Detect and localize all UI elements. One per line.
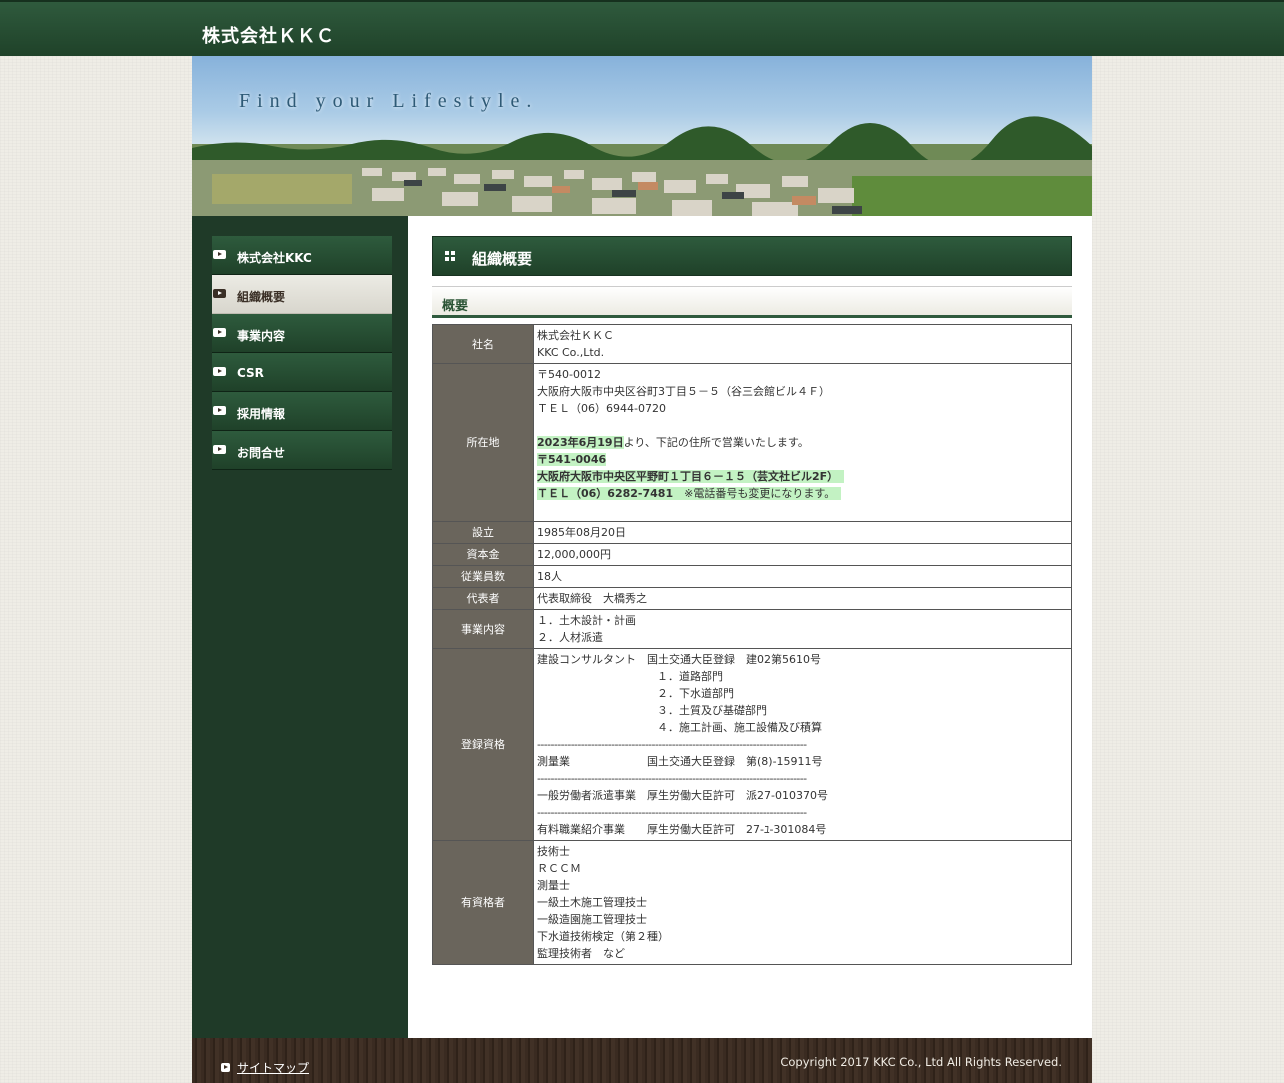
row-label: 所在地 bbox=[432, 363, 534, 522]
qualification-item: 一級土木施工管理技士 bbox=[537, 896, 647, 909]
qualification-item: 測量士 bbox=[537, 879, 570, 892]
arrow-right-icon bbox=[213, 445, 226, 454]
business-item: ２．人材派遣 bbox=[537, 631, 603, 644]
employees-value: 18人 bbox=[533, 565, 1072, 588]
arrow-right-icon bbox=[213, 367, 226, 376]
capital-value: 12,000,000円 bbox=[533, 543, 1072, 566]
relocation-text: より、下記の住所で営業いたします。 bbox=[623, 436, 809, 449]
separator-line: ----------------------------------------… bbox=[537, 806, 807, 819]
sidebar-item-contact[interactable]: お問合せ bbox=[212, 431, 392, 470]
placement-license: 有料職業紹介事業 厚生労働大臣許可 27-ﾕ-301084号 bbox=[537, 823, 827, 836]
business-cell: １．土木設計・計画 ２．人材派遣 bbox=[533, 609, 1072, 649]
site-title[interactable]: 株式会社ＫＫＣ bbox=[202, 22, 335, 48]
relocation-notice: 2023年6月19日より、下記の住所で営業いたします。 bbox=[537, 434, 1068, 451]
grid-icon bbox=[445, 251, 456, 262]
hero-town-image bbox=[192, 116, 1092, 216]
new-postal-code: 〒541-0046 bbox=[537, 453, 607, 466]
qualification-item: 下水道技術検定（第２種） bbox=[537, 930, 669, 943]
sidebar-item-csr[interactable]: CSR bbox=[212, 353, 392, 392]
new-tel-note: ※電話番号も変更になります。 bbox=[673, 487, 830, 500]
arrow-right-icon bbox=[221, 1063, 230, 1072]
company-name-cell: 株式会社ＫＫＣ KKC Co.,Ltd. bbox=[533, 324, 1072, 364]
sidebar-item-label: 組織概要 bbox=[237, 290, 286, 304]
qualification-item: 監理技術者 など bbox=[537, 947, 625, 960]
sidebar-item-label: お問合せ bbox=[237, 446, 286, 460]
qualification-item: 一級造園施工管理技士 bbox=[537, 913, 647, 926]
row-label: 代表者 bbox=[432, 587, 534, 610]
representative-value: 代表取締役 大橋秀之 bbox=[533, 587, 1072, 610]
top-header-bar: 株式会社ＫＫＣ bbox=[0, 0, 1284, 56]
department-item: ３．土質及び基礎部門 bbox=[657, 704, 767, 717]
row-label: 事業内容 bbox=[432, 609, 534, 649]
qualification-item: 技術士 bbox=[537, 845, 570, 858]
table-row: 有資格者 技術士 ＲＣＣＭ 測量士 一級土木施工管理技士 一級造園施工管理技士 … bbox=[432, 840, 1072, 965]
qualification-item: ＲＣＣＭ bbox=[537, 862, 581, 875]
sidebar-item-label: 株式会社KKC bbox=[237, 251, 312, 265]
sidebar-item-organization[interactable]: 組織概要 bbox=[212, 275, 392, 314]
consultant-registration: 建設コンサルタント 国土交通大臣登録 建02第5610号 bbox=[537, 653, 821, 666]
sidebar-item-label: CSR bbox=[237, 366, 264, 380]
sidebar-nav: 株式会社KKC 組織概要 事業内容 CSR 採用情報 お問合せ bbox=[212, 236, 392, 470]
table-row: 社名 株式会社ＫＫＣ KKC Co.,Ltd. bbox=[432, 324, 1072, 364]
page-title-bar: 組織概要 bbox=[432, 236, 1072, 276]
table-row: 資本金 12,000,000円 bbox=[432, 543, 1072, 566]
table-row: 事業内容 １．土木設計・計画 ２．人材派遣 bbox=[432, 609, 1072, 649]
department-item: ４．施工計画、施工設備及び積算 bbox=[657, 721, 822, 734]
department-item: ２．下水道部門 bbox=[657, 687, 734, 700]
registration-cell: 建設コンサルタント 国土交通大臣登録 建02第5610号 １．道路部門 ２．下水… bbox=[533, 648, 1072, 841]
hero-tagline: Find your Lifestyle. bbox=[239, 90, 539, 112]
table-row: 所在地 〒540-0012 大阪府大阪市中央区谷町3丁目５－５（谷三会館ビル４Ｆ… bbox=[432, 363, 1072, 522]
address-cell: 〒540-0012 大阪府大阪市中央区谷町3丁目５－５（谷三会館ビル４Ｆ） ＴＥ… bbox=[533, 363, 1072, 522]
address-line: 大阪府大阪市中央区谷町3丁目５－５（谷三会館ビル４Ｆ） bbox=[537, 385, 830, 398]
sidebar-item-label: 採用情報 bbox=[237, 407, 286, 421]
sidebar-item-company[interactable]: 株式会社KKC bbox=[212, 236, 392, 275]
arrow-right-icon bbox=[213, 289, 226, 298]
founded-value: 1985年08月20日 bbox=[533, 521, 1072, 544]
company-name-ja: 株式会社ＫＫＣ bbox=[537, 329, 614, 342]
page-title: 組織概要 bbox=[472, 250, 533, 268]
table-row: 従業員数 18人 bbox=[432, 565, 1072, 588]
row-label: 有資格者 bbox=[432, 840, 534, 965]
tel-line: ＴＥＬ（06）6944-0720 bbox=[537, 402, 666, 415]
row-label: 資本金 bbox=[432, 543, 534, 566]
separator-line: ----------------------------------------… bbox=[537, 738, 807, 751]
separator-line: ----------------------------------------… bbox=[537, 772, 807, 785]
department-item: １．道路部門 bbox=[657, 670, 723, 683]
sidebar-item-business[interactable]: 事業内容 bbox=[212, 314, 392, 353]
sidebar-item-label: 事業内容 bbox=[237, 329, 286, 343]
table-row: 登録資格 建設コンサルタント 国土交通大臣登録 建02第5610号 １．道路部門… bbox=[432, 648, 1072, 841]
section-heading: 概要 bbox=[432, 286, 1072, 318]
footer: サイトマップ Copyright 2017 KKC Co., Ltd All R… bbox=[192, 1038, 1092, 1083]
postal-code: 〒540-0012 bbox=[537, 368, 601, 381]
new-tel: ＴＥＬ（06）6282-7481 bbox=[537, 487, 674, 500]
arrow-right-icon bbox=[213, 250, 226, 259]
relocation-date: 2023年6月19日 bbox=[537, 436, 624, 449]
row-label: 登録資格 bbox=[432, 648, 534, 841]
section-title: 概要 bbox=[442, 299, 469, 314]
new-address: 大阪府大阪市中央区平野町１丁目６－１５（芸文社ビル2F） bbox=[537, 470, 833, 483]
sidebar: 株式会社KKC 組織概要 事業内容 CSR 採用情報 お問合せ bbox=[192, 216, 409, 1038]
row-label: 設立 bbox=[432, 521, 534, 544]
row-label: 社名 bbox=[432, 324, 534, 364]
row-label: 従業員数 bbox=[432, 565, 534, 588]
business-item: １．土木設計・計画 bbox=[537, 614, 636, 627]
company-name-en: KKC Co.,Ltd. bbox=[537, 346, 605, 359]
hero-banner: Find your Lifestyle. bbox=[192, 56, 1092, 216]
company-info-table: 社名 株式会社ＫＫＣ KKC Co.,Ltd. 所在地 〒540-0012 大阪… bbox=[432, 324, 1072, 965]
table-row: 代表者 代表取締役 大橋秀之 bbox=[432, 587, 1072, 610]
sidebar-item-recruit[interactable]: 採用情報 bbox=[212, 392, 392, 431]
sitemap-link[interactable]: サイトマップ bbox=[237, 1059, 309, 1076]
main-content: 組織概要 概要 社名 株式会社ＫＫＣ KKC Co.,Ltd. 所在地 〒540… bbox=[408, 216, 1092, 1038]
arrow-right-icon bbox=[213, 328, 226, 337]
survey-registration: 測量業 国土交通大臣登録 第(8)-15911号 bbox=[537, 755, 823, 768]
dispatch-license: 一般労働者派遣事業 厚生労働大臣許可 派27-010370号 bbox=[537, 789, 828, 802]
copyright-text: Copyright 2017 KKC Co., Ltd All Rights R… bbox=[780, 1055, 1062, 1069]
table-row: 設立 1985年08月20日 bbox=[432, 521, 1072, 544]
qualified-cell: 技術士 ＲＣＣＭ 測量士 一級土木施工管理技士 一級造園施工管理技士 下水道技術… bbox=[533, 840, 1072, 965]
arrow-right-icon bbox=[213, 406, 226, 415]
